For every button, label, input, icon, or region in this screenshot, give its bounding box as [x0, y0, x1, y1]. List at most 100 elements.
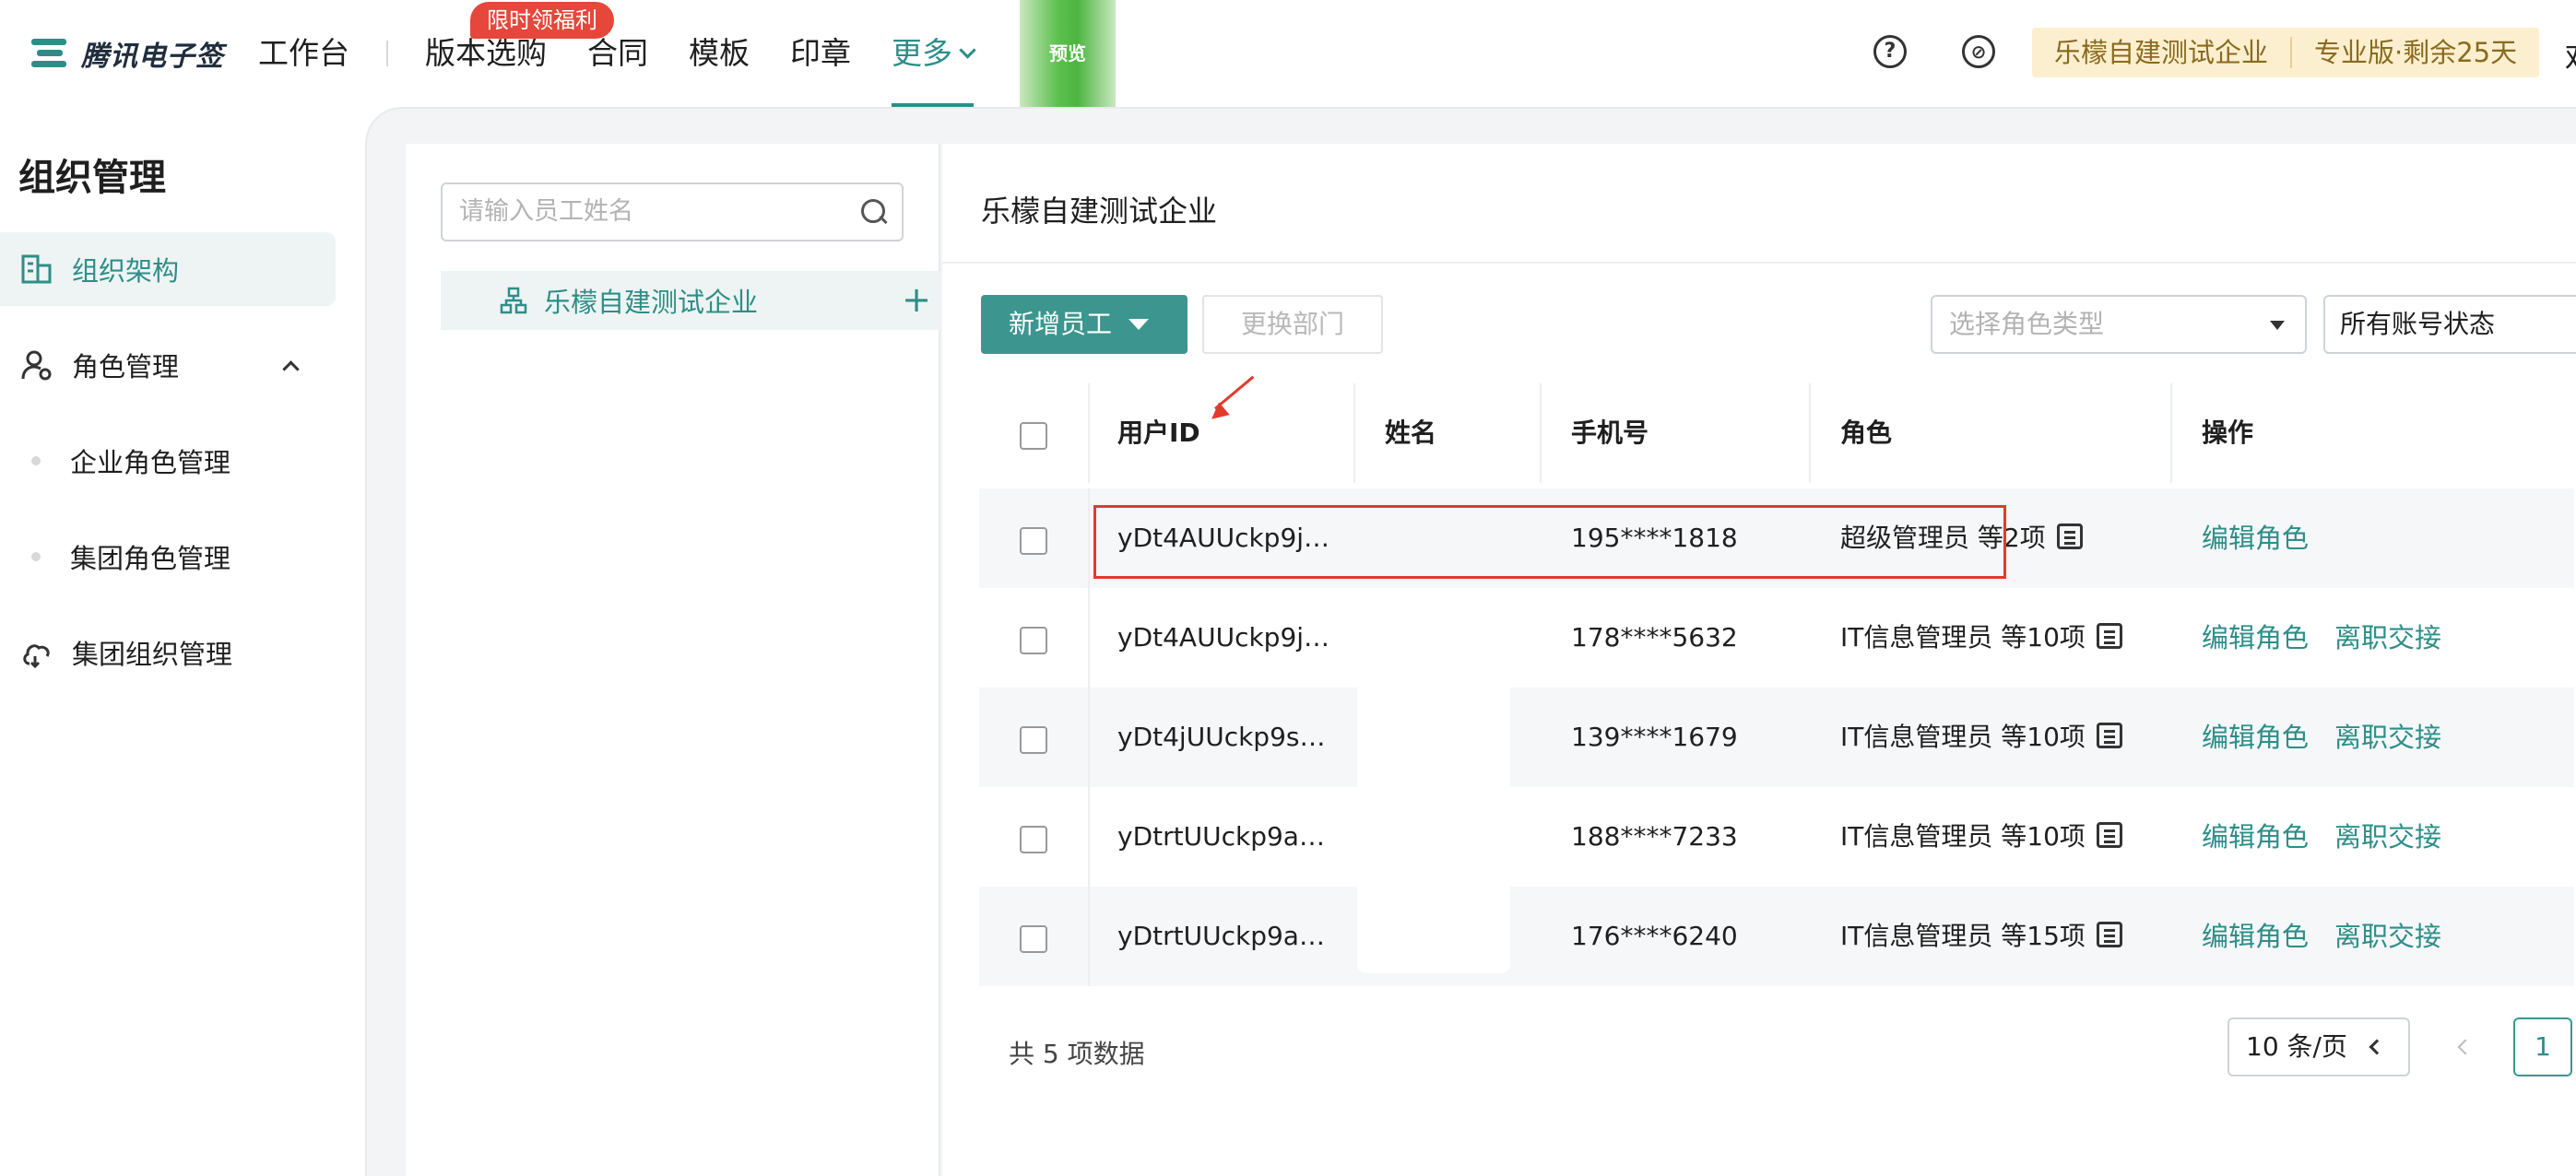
nav-more-label: 更多 [892, 35, 952, 71]
company-plan-tag[interactable]: 乐檬自建测试企业 专业版·剩余25天 [2032, 28, 2540, 77]
column-divider [1088, 488, 1090, 588]
user-settings-icon [21, 350, 52, 381]
plan-status: 专业版·剩余25天 [2314, 37, 2518, 68]
chevron-up-icon[interactable] [282, 360, 300, 378]
column-divider [1809, 383, 1811, 483]
edit-role-link[interactable]: 编辑角色 [2202, 488, 2309, 588]
resign-handover-link[interactable]: 离职交接 [2334, 588, 2441, 688]
bullet-dot [31, 552, 41, 561]
role-text: IT信息管理员 等15项 [1840, 921, 2086, 951]
table-row[interactable]: yDtrtUUckp9a… 176****6240 IT信息管理员 等15项 编… [979, 887, 2574, 986]
logo[interactable]: 腾讯电子签 [31, 31, 224, 76]
nav-more[interactable]: 更多 [892, 28, 976, 107]
page-number-current[interactable]: 1 [2513, 1017, 2572, 1076]
resign-handover-link[interactable]: 离职交接 [2334, 688, 2441, 787]
sidebar-item-label: 企业角色管理 [70, 447, 231, 478]
sidebar-item-label: 集团组织管理 [72, 639, 233, 670]
cell-phone: 178****5632 [1571, 622, 1738, 653]
list-icon[interactable] [2096, 822, 2122, 848]
org-tree-panel: 请输入员工姓名 乐檬自建测试企业 + [406, 144, 940, 1176]
tree-node-root[interactable]: 乐檬自建测试企业 + [441, 271, 940, 330]
edit-role-link[interactable]: 编辑角色 [2202, 688, 2309, 787]
sidebar: 组织管理 组织架构 角色管理 企业角色管理 集团角色管理 集团组织管理 [0, 107, 365, 1176]
search-placeholder: 请输入员工姓名 [459, 197, 633, 226]
chevron-down-icon [959, 41, 976, 59]
sidebar-item-group-org[interactable]: 集团组织管理 [0, 616, 336, 689]
top-bar: 腾讯电子签 工作台 版本选购 合同 模板 印章 更多 限时领福利 预览 ? ⊘ … [0, 0, 2576, 107]
list-icon[interactable] [2056, 523, 2083, 549]
page-size-select[interactable]: 10 条/页 [2227, 1017, 2410, 1076]
cell-user-id: yDtrtUUckp9a… [1117, 821, 1325, 852]
annotation-highlight-box [1093, 505, 2006, 579]
column-divider [1088, 887, 1090, 986]
edit-role-link[interactable]: 编辑角色 [2202, 887, 2309, 986]
main-nav: 工作台 版本选购 合同 模板 印章 更多 [258, 28, 1014, 107]
nav-template[interactable]: 模板 [689, 28, 750, 79]
change-department-button[interactable]: 更换部门 [1202, 295, 1383, 354]
user-menu-partial[interactable]: 欢 [2565, 33, 2576, 77]
nav-seal[interactable]: 印章 [790, 28, 851, 79]
column-header-actions: 操作 [2202, 417, 2254, 448]
sidebar-item-enterprise-role[interactable]: 企业角色管理 [0, 424, 336, 498]
sidebar-item-label: 角色管理 [72, 351, 180, 382]
select-all-checkbox[interactable] [1020, 422, 1047, 450]
list-icon[interactable] [2096, 623, 2122, 649]
row-checkbox[interactable] [1020, 527, 1047, 555]
group-org-icon [23, 644, 50, 669]
add-department-icon[interactable]: + [902, 276, 931, 323]
building-icon [21, 254, 52, 284]
column-header-user-id: 用户ID [1117, 417, 1200, 448]
promo-badge[interactable]: 限时领福利 [470, 2, 614, 39]
cell-phone: 139****1679 [1571, 722, 1738, 752]
add-employee-label: 新增员工 [1009, 309, 1113, 339]
sidebar-item-role-management[interactable]: 角色管理 [0, 328, 336, 402]
column-divider [1088, 787, 1090, 887]
column-divider [1088, 588, 1090, 688]
cell-role: IT信息管理员 等15项 [1840, 887, 2122, 986]
role-type-select[interactable]: 选择角色类型 [1931, 295, 2307, 354]
sidebar-item-org-structure[interactable]: 组织架构 [0, 232, 336, 306]
account-status-select[interactable]: 所有账号状态 [2323, 295, 2576, 354]
row-checkbox[interactable] [1020, 726, 1047, 754]
help-icon[interactable]: ? [1873, 35, 1907, 68]
column-header-role: 角色 [1840, 417, 1893, 448]
divider [942, 262, 2576, 264]
row-checkbox[interactable] [1020, 925, 1047, 953]
edit-role-link[interactable]: 编辑角色 [2202, 787, 2309, 887]
sidebar-item-label: 集团角色管理 [70, 543, 231, 574]
page-size-label: 10 条/页 [2246, 1031, 2347, 1062]
edit-role-link[interactable]: 编辑角色 [2202, 588, 2309, 688]
caret-down-icon [2270, 321, 2285, 330]
list-icon[interactable] [2096, 723, 2122, 748]
sidebar-item-group-role[interactable]: 集团角色管理 [0, 520, 336, 594]
preview-tab[interactable]: 预览 [1020, 0, 1116, 107]
column-divider [2170, 383, 2172, 483]
sidebar-item-label: 组织架构 [72, 255, 180, 287]
column-divider [1088, 688, 1090, 787]
search-icon[interactable] [861, 199, 887, 225]
page-title: 乐檬自建测试企业 [981, 194, 1218, 229]
employee-search-input[interactable]: 请输入员工姓名 [441, 182, 904, 241]
org-tree-icon [500, 287, 527, 314]
role-text: IT信息管理员 等10项 [1840, 722, 2086, 752]
link-icon[interactable]: ⊘ [1962, 35, 1995, 68]
nav-workbench[interactable]: 工作台 [258, 28, 349, 79]
resign-handover-link[interactable]: 离职交接 [2334, 787, 2441, 887]
table-row[interactable]: yDt4jUUckp9s… 139****1679 IT信息管理员 等10项 编… [979, 688, 2574, 787]
logo-icon [31, 35, 70, 72]
caret-down-icon [1128, 319, 1149, 330]
total-count: 共 5 项数据 [1009, 1039, 1145, 1069]
cell-phone: 188****7233 [1571, 821, 1738, 852]
table-row[interactable]: yDtrtUUckp9a… 188****7233 IT信息管理员 等10项 编… [979, 787, 2574, 887]
cell-user-id: yDt4jUUckp9s… [1117, 722, 1326, 752]
resign-handover-link[interactable]: 离职交接 [2334, 887, 2441, 986]
table-row[interactable]: yDt4AUUckp9j… 178****5632 IT信息管理员 等10项 编… [979, 588, 2574, 688]
row-checkbox[interactable] [1020, 627, 1047, 654]
cell-role: IT信息管理员 等10项 [1840, 787, 2122, 887]
chevron-left-icon [2369, 1039, 2385, 1055]
add-employee-button[interactable]: 新增员工 [981, 295, 1188, 354]
list-icon[interactable] [2096, 922, 2122, 947]
company-name: 乐檬自建测试企业 [2054, 37, 2269, 68]
row-checkbox[interactable] [1020, 826, 1047, 853]
cell-user-id: yDt4AUUckp9j… [1117, 622, 1330, 653]
